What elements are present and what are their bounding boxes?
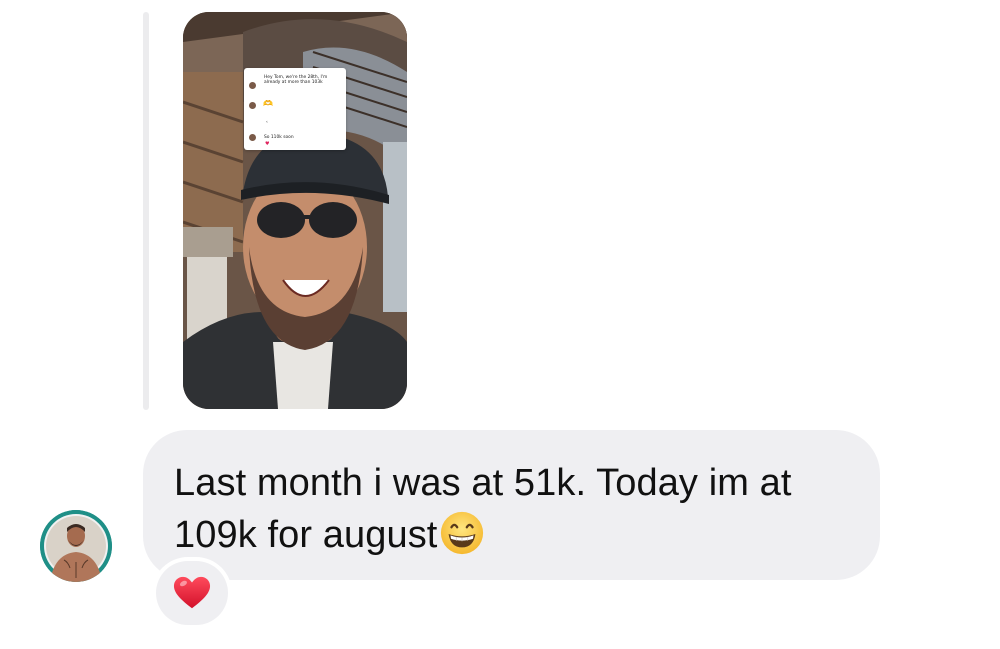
card-avatar <box>249 102 256 109</box>
card-small-mark: ‹ <box>266 120 268 125</box>
card-text-line-3: So 110k soon <box>264 135 294 140</box>
card-heart-icon: ♥ <box>265 141 270 147</box>
card-emoji: 🫶 <box>263 99 273 108</box>
message-bubble[interactable]: Last month i was at 51k. Today im at 109… <box>143 430 880 580</box>
message-text: Last month i was at 51k. Today im at 109… <box>174 457 850 561</box>
grinning-face-emoji-icon <box>441 511 484 555</box>
card-avatar <box>249 134 256 141</box>
story-message-card: Hey Tom, we're the 28th, I'm already at … <box>244 68 346 150</box>
sender-avatar[interactable] <box>40 510 112 582</box>
story-reply-thumbnail[interactable]: Hey Tom, we're the 28th, I'm already at … <box>183 12 407 409</box>
avatar-photo <box>40 510 112 582</box>
reaction-pill <box>156 561 228 625</box>
dm-thread: Hey Tom, we're the 28th, I'm already at … <box>0 0 1000 649</box>
card-text-line-2: already at more than 103k <box>264 80 323 85</box>
red-heart-icon <box>173 576 211 609</box>
card-avatar <box>249 82 256 89</box>
message-reaction[interactable] <box>156 561 228 625</box>
reply-indicator-bar <box>143 12 149 410</box>
